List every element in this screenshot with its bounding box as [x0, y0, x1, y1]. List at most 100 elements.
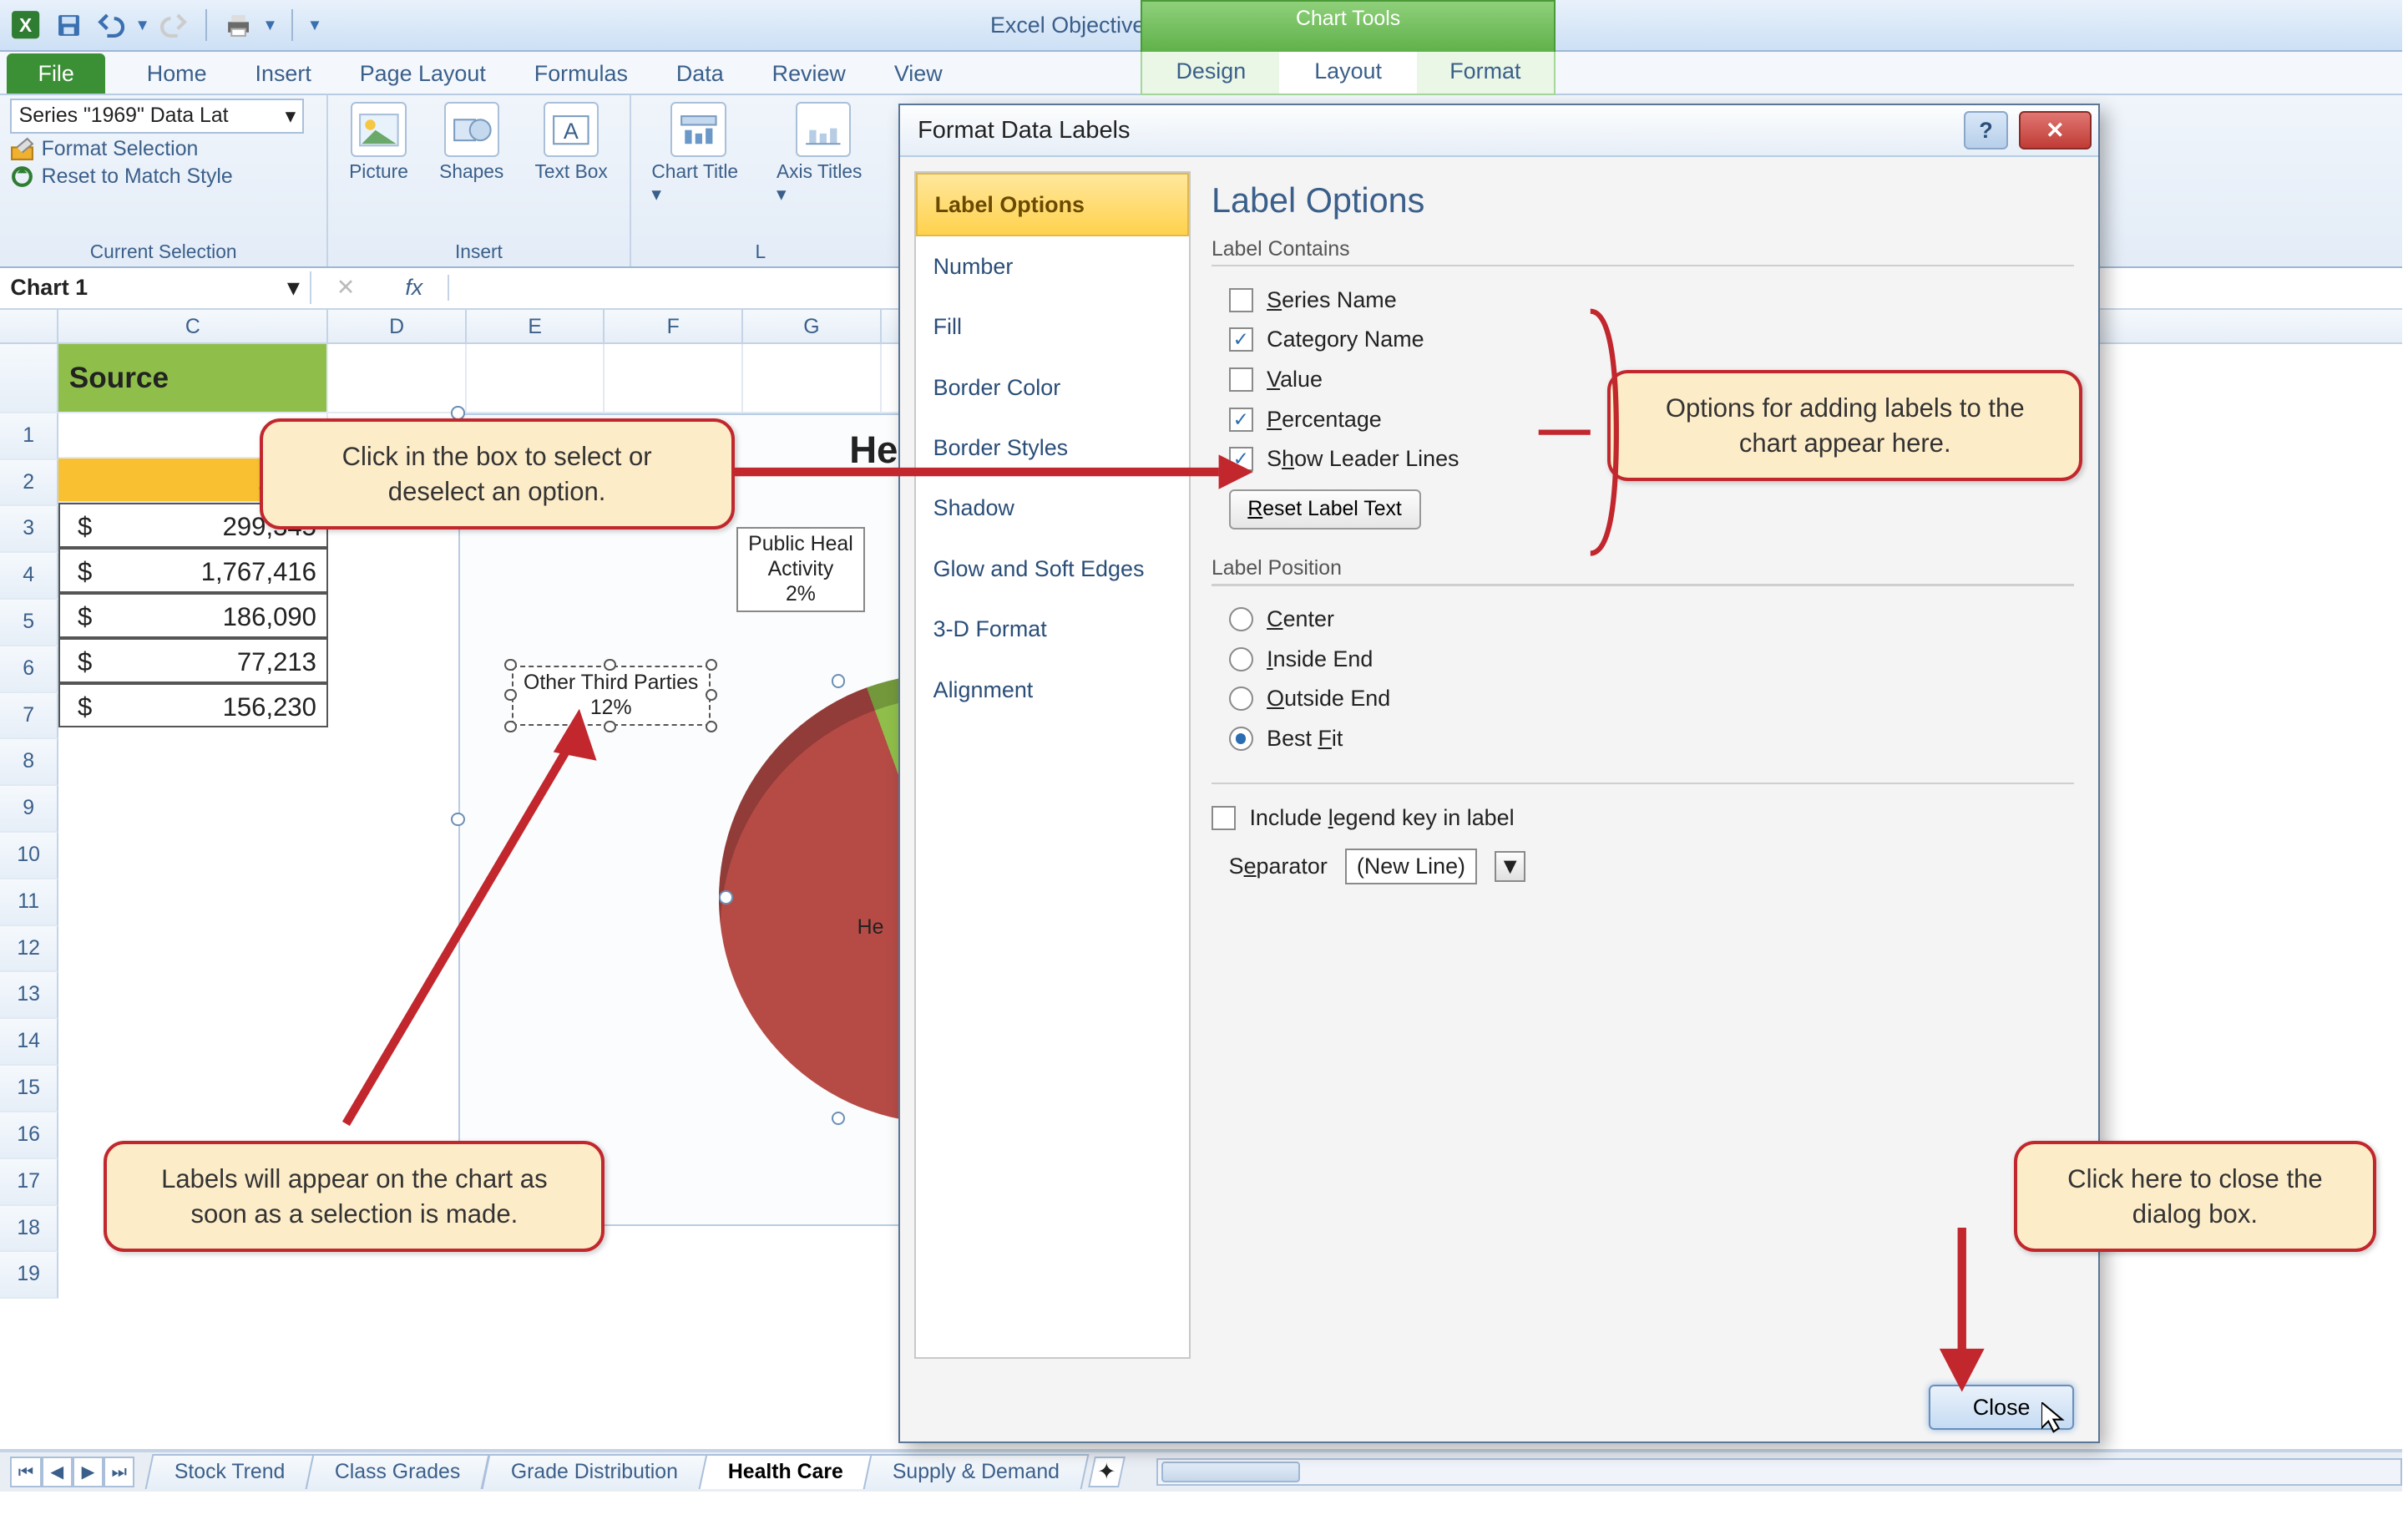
cell-r7[interactable]: $156,230: [58, 683, 328, 728]
tab-review[interactable]: Review: [748, 53, 870, 94]
undo-icon[interactable]: [94, 8, 128, 42]
data-label-line2: Activity: [748, 557, 853, 582]
format-selection-button[interactable]: Format Selection: [10, 137, 316, 161]
dialog-help-button[interactable]: ?: [1964, 111, 2009, 149]
tab-data[interactable]: Data: [652, 53, 748, 94]
print-dropdown-icon[interactable]: ▼: [262, 16, 277, 34]
sheet-tab-grade-distribution[interactable]: Grade Distribution: [481, 1454, 707, 1489]
row-header-9[interactable]: 9: [0, 786, 58, 833]
radio-inside-end[interactable]: Inside End: [1212, 640, 2074, 680]
row-header-8[interactable]: 8: [0, 739, 58, 786]
file-tab[interactable]: File: [7, 53, 105, 94]
row-header-1[interactable]: 1: [0, 413, 58, 460]
sheet-nav-next[interactable]: ▶: [73, 1457, 104, 1487]
checkbox-icon: [1229, 367, 1253, 392]
row-header-17[interactable]: 17: [0, 1159, 58, 1206]
reset-match-style-button[interactable]: Reset to Match Style: [10, 165, 316, 189]
checkbox-series-name[interactable]: Series Name: [1212, 281, 2074, 321]
col-header-c[interactable]: C: [58, 310, 328, 342]
row-header-11[interactable]: 11: [0, 879, 58, 926]
chart-title-button[interactable]: Chart Title ▾: [641, 99, 756, 210]
new-sheet-button[interactable]: ✦: [1088, 1457, 1126, 1487]
row-header-2[interactable]: 2: [0, 460, 58, 507]
data-label-other-third-parties[interactable]: Other Third Parties 12%: [512, 666, 711, 726]
row-header-19[interactable]: 19: [0, 1252, 58, 1299]
insert-picture-button[interactable]: Picture: [339, 99, 419, 187]
nav-border-color[interactable]: Border Color: [916, 357, 1189, 418]
separator-dropdown-button[interactable]: ▼: [1495, 851, 1525, 882]
checkbox-category-name[interactable]: Category Name: [1212, 320, 2074, 360]
nav-number[interactable]: Number: [916, 236, 1189, 296]
nav-label-options[interactable]: Label Options: [916, 173, 1189, 236]
row-header-16[interactable]: 16: [0, 1112, 58, 1159]
undo-dropdown-icon[interactable]: ▼: [134, 16, 149, 34]
row-header-4[interactable]: 4: [0, 553, 58, 600]
row-header-3[interactable]: 3: [0, 506, 58, 553]
sheet-nav-first[interactable]: ⏮: [10, 1457, 41, 1487]
col-header-d[interactable]: D: [328, 310, 467, 342]
sheet-nav-last[interactable]: ⏭: [104, 1457, 134, 1487]
tab-design[interactable]: Design: [1142, 52, 1279, 94]
radio-best-fit[interactable]: Best Fit: [1212, 719, 2074, 759]
nav-fill[interactable]: Fill: [916, 297, 1189, 357]
scrollbar-thumb[interactable]: [1161, 1462, 1300, 1482]
col-header-f[interactable]: F: [605, 310, 743, 342]
sheet-tab-class-grades[interactable]: Class Grades: [306, 1454, 490, 1489]
app-icon[interactable]: X: [7, 6, 45, 44]
col-header-e[interactable]: E: [467, 310, 605, 342]
row-header-13[interactable]: 13: [0, 972, 58, 1019]
sheet-tab-stock-trend[interactable]: Stock Trend: [144, 1454, 314, 1489]
dialog-main: Label Options Label Contains Series Name…: [1205, 157, 2098, 1372]
chart-element-selector[interactable]: Series "1969" Data Lat ▾: [10, 99, 304, 134]
nav-alignment[interactable]: Alignment: [916, 660, 1189, 720]
tab-view[interactable]: View: [870, 53, 967, 94]
print-icon[interactable]: [221, 8, 255, 42]
tab-formulas[interactable]: Formulas: [510, 53, 652, 94]
row-header-blank[interactable]: [0, 344, 58, 413]
tab-page-layout[interactable]: Page Layout: [336, 53, 510, 94]
axis-titles-button[interactable]: Axis Titles ▾: [766, 99, 880, 210]
reset-label-text-button[interactable]: Reset Label Text: [1229, 489, 1421, 530]
sheet-tab-health-care[interactable]: Health Care: [698, 1454, 873, 1489]
dialog-close-x-button[interactable]: ✕: [2019, 111, 2092, 149]
insert-textbox-button[interactable]: A Text Box: [524, 99, 618, 187]
tab-home[interactable]: Home: [123, 53, 231, 94]
separator-combo[interactable]: (New Line): [1345, 849, 1478, 884]
data-label-public-health[interactable]: Public Heal Activity 2%: [736, 527, 865, 612]
dialog-titlebar[interactable]: Format Data Labels ? ✕: [900, 105, 2098, 157]
name-box[interactable]: Chart 1 ▾: [0, 271, 311, 304]
sheet-nav-prev[interactable]: ◀: [42, 1457, 73, 1487]
redo-icon[interactable]: [157, 8, 191, 42]
row-header-15[interactable]: 15: [0, 1066, 58, 1112]
cell-r4[interactable]: $1,767,416: [58, 548, 328, 593]
insert-shapes-button[interactable]: Shapes: [429, 99, 514, 187]
row-header-12[interactable]: 12: [0, 926, 58, 973]
fx-icon[interactable]: fx: [380, 275, 449, 301]
row-header-6[interactable]: 6: [0, 646, 58, 693]
tab-insert[interactable]: Insert: [231, 53, 336, 94]
nav-3d-format[interactable]: 3-D Format: [916, 599, 1189, 659]
qat-customize-icon[interactable]: ▼: [307, 16, 322, 34]
row-header-18[interactable]: 18: [0, 1206, 58, 1253]
row-header-5[interactable]: 5: [0, 600, 58, 646]
horizontal-scrollbar[interactable]: [1156, 1458, 2402, 1486]
row-header-14[interactable]: 14: [0, 1019, 58, 1066]
radio-outside-end[interactable]: Outside End: [1212, 679, 2074, 719]
save-icon[interactable]: [52, 8, 86, 42]
cell-r6[interactable]: $77,213: [58, 638, 328, 683]
picture-icon: [351, 102, 406, 157]
cell-source-header[interactable]: Source: [58, 344, 328, 413]
radio-center[interactable]: Center: [1212, 600, 2074, 640]
row-header-7[interactable]: 7: [0, 693, 58, 740]
nav-border-styles[interactable]: Border Styles: [916, 418, 1189, 478]
nav-shadow[interactable]: Shadow: [916, 479, 1189, 539]
checkbox-legend-key[interactable]: Include legend key in label: [1212, 798, 2074, 839]
cell-r5[interactable]: $186,090: [58, 593, 328, 638]
col-header-g[interactable]: G: [743, 310, 882, 342]
select-all-corner[interactable]: [0, 310, 58, 344]
tab-format[interactable]: Format: [1417, 52, 1554, 94]
sheet-tab-supply-demand[interactable]: Supply & Demand: [863, 1454, 1090, 1489]
tab-layout[interactable]: Layout: [1279, 52, 1416, 94]
nav-glow-soft-edges[interactable]: Glow and Soft Edges: [916, 539, 1189, 599]
row-header-10[interactable]: 10: [0, 833, 58, 879]
